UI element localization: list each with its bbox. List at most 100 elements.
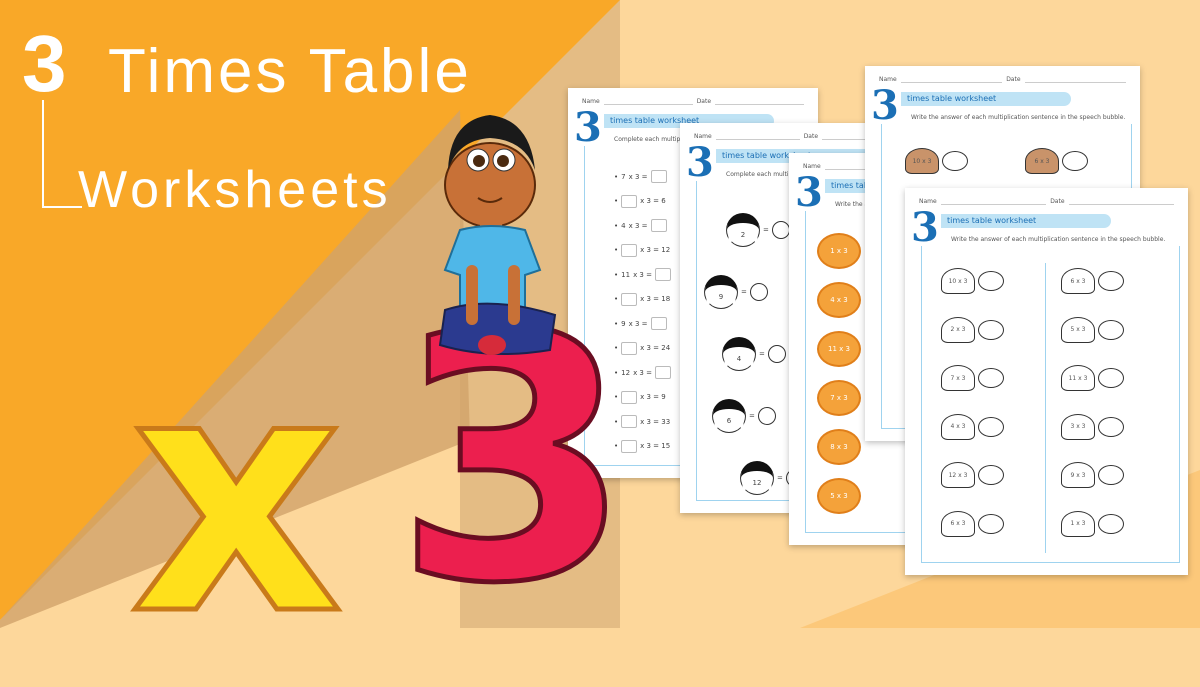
- speech-bubble[interactable]: [978, 319, 1004, 340]
- answer-box[interactable]: [650, 317, 667, 330]
- speech-bubble[interactable]: [942, 151, 968, 171]
- turtle-equation: 6 x 3: [950, 520, 966, 527]
- answer-box[interactable]: [621, 243, 638, 257]
- answer-box[interactable]: [650, 170, 667, 183]
- bullet: •: [614, 246, 619, 254]
- banner-title: times table worksheet: [901, 92, 1071, 106]
- answer-circle: [771, 221, 790, 239]
- ladybug-item: 2 =: [726, 213, 790, 247]
- turtle-shell: 2 x 3: [941, 316, 975, 343]
- ladybug-number: 9: [718, 292, 724, 301]
- speech-bubble[interactable]: [1062, 151, 1088, 171]
- turtle-item: 3 x 3: [1061, 413, 1124, 440]
- worksheet-turtle[interactable]: Name Date 3 times table worksheet Write the …: [905, 188, 1188, 575]
- turtle-item: 5 x 3: [1061, 316, 1124, 343]
- title-times-table: Times Table: [108, 37, 472, 106]
- ladybug-number: 2: [740, 230, 746, 239]
- turtle-shell: 10 x 3: [941, 268, 975, 294]
- equation-rest: x 3 =: [628, 221, 648, 230]
- equals: =: [777, 474, 783, 482]
- equals: =: [759, 350, 765, 358]
- snail-equation: 1 x 3: [830, 247, 848, 255]
- title-number: 3: [22, 19, 67, 108]
- speech-bubble[interactable]: [978, 368, 1004, 388]
- equals: =: [749, 412, 755, 420]
- logo-3: 3: [686, 139, 714, 186]
- turtle-item: 2 x 3: [941, 316, 1004, 343]
- turtle-item: 10 x 3: [905, 148, 968, 174]
- answer-box[interactable]: [650, 219, 667, 232]
- bullet: •: [614, 221, 619, 230]
- turtle-shell: 4 x 3: [941, 413, 975, 440]
- equation-row: • x 3 = 12: [614, 243, 671, 257]
- equation-rest: x 3 = 18: [640, 295, 671, 303]
- turtle-item: 10 x 3: [941, 268, 1004, 294]
- snail-item: 11 x 3: [817, 331, 861, 367]
- answer-box[interactable]: [654, 268, 671, 281]
- turtle-equation: 4 x 3: [950, 423, 966, 430]
- multiplicand: 7: [621, 172, 626, 181]
- speech-bubble[interactable]: [1098, 416, 1124, 437]
- speech-bubble[interactable]: [1098, 368, 1124, 388]
- turtle-shell: 3 x 3: [1061, 413, 1095, 440]
- turtle-item: 11 x 3: [1061, 365, 1124, 391]
- speech-bubble[interactable]: [1098, 465, 1124, 485]
- speech-bubble[interactable]: [1098, 513, 1124, 534]
- name-line: [900, 76, 1003, 83]
- turtle-shell: 1 x 3: [1061, 510, 1095, 537]
- speech-bubble[interactable]: [978, 416, 1004, 437]
- turtle-equation: 5 x 3: [1070, 326, 1086, 333]
- turtle-shell: 9 x 3: [1061, 462, 1095, 488]
- speech-bubble[interactable]: [1098, 271, 1124, 291]
- answer-circle: [757, 407, 776, 425]
- name-date-row: NameDate: [919, 198, 1175, 205]
- snail-item: 5 x 3: [817, 478, 861, 514]
- date-line: [1024, 76, 1127, 83]
- equation-rest: x 3 = 15: [640, 442, 671, 450]
- boy-illustration: [438, 115, 557, 355]
- equation-rest: x 3 = 12: [640, 246, 671, 254]
- turtle-shell: 12 x 3: [941, 462, 975, 488]
- turtle-item: 4 x 3: [941, 413, 1004, 440]
- name-line: [940, 198, 1047, 205]
- equation-rest: x 3 = 9: [640, 393, 666, 401]
- speech-bubble[interactable]: [1098, 319, 1124, 340]
- snail-item: 4 x 3: [817, 282, 861, 318]
- logo-3: 3: [911, 204, 939, 251]
- equation-row: • x 3 = 6: [614, 194, 666, 208]
- equation-rest: x 3 = 33: [640, 417, 671, 426]
- ladybug-number: 4: [736, 354, 742, 363]
- date-label: Date: [803, 133, 819, 140]
- turtle-equation: 2 x 3: [950, 326, 966, 333]
- date-label: Date: [696, 98, 712, 105]
- ladybug-item: 6 =: [712, 399, 776, 433]
- ladybug-body: 2: [726, 213, 760, 247]
- name-date-row: NameDate: [582, 98, 805, 105]
- instruction: Write the answer of each multiplication …: [911, 114, 1126, 121]
- turtle-equation: 7 x 3: [950, 374, 966, 382]
- turtle-item: 12 x 3: [941, 462, 1004, 488]
- answer-box[interactable]: [621, 194, 638, 208]
- speech-bubble[interactable]: [978, 271, 1004, 291]
- snail-item: 8 x 3: [817, 429, 861, 465]
- equation-rest: x 3 =: [628, 172, 648, 181]
- ladybug-item: 4 =: [722, 337, 786, 371]
- date-label: Date: [1006, 76, 1021, 83]
- turtle-equation: 10 x 3: [948, 277, 968, 285]
- equals: =: [763, 226, 769, 234]
- speech-bubble[interactable]: [978, 513, 1004, 534]
- name-line: [603, 98, 693, 105]
- snail-equation: 11 x 3: [828, 345, 850, 353]
- name-line: [715, 133, 800, 140]
- turtle-equation: 3 x 3: [1070, 423, 1086, 430]
- turtle-item: 1 x 3: [1061, 510, 1124, 537]
- ladybug-body: 9: [704, 275, 738, 309]
- date-label: Date: [1050, 198, 1065, 205]
- speech-bubble[interactable]: [978, 465, 1004, 485]
- answer-box[interactable]: [654, 366, 671, 379]
- date-line: [1068, 198, 1175, 205]
- turtle-shell: 10 x 3: [905, 148, 939, 174]
- bullet: •: [614, 197, 619, 205]
- turtle-equation: 1 x 3: [1070, 520, 1086, 527]
- turtle-equation: 6 x 3: [1034, 157, 1050, 165]
